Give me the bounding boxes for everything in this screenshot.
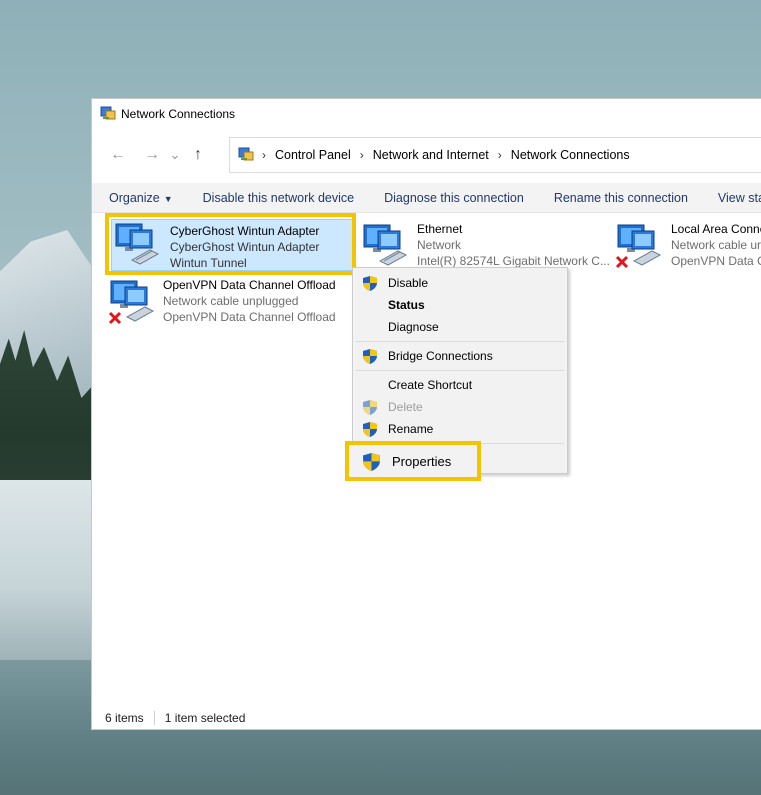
- menu-item-label: Status: [388, 298, 425, 312]
- connection-item-ethernet[interactable]: Ethernet Network Intel(R) 82574L Gigabit…: [360, 221, 620, 271]
- menu-item-delete: Delete: [353, 396, 567, 418]
- uac-shield-icon: [363, 422, 377, 440]
- menu-item-label: Disable: [388, 276, 429, 290]
- status-bar: 6 items 1 item selected: [92, 707, 761, 729]
- breadcrumb-separator-icon: ›: [262, 148, 266, 162]
- item-count: 6 items: [105, 711, 144, 725]
- network-adapter-icon: [360, 221, 410, 269]
- connection-status: Network: [417, 238, 462, 252]
- title-bar[interactable]: Network Connections: [92, 99, 761, 129]
- forward-arrow-icon: →: [144, 146, 160, 163]
- menu-item-status[interactable]: Status: [353, 294, 567, 316]
- connection-status: Network cable ur: [671, 238, 761, 252]
- breadcrumb-network-connections[interactable]: Network Connections: [511, 148, 630, 162]
- menu-item-label: Delete: [388, 400, 423, 414]
- back-arrow-icon: ←: [110, 146, 126, 163]
- menu-item-rename[interactable]: Rename: [353, 418, 567, 440]
- chevron-down-icon: ⌄: [169, 147, 181, 162]
- menu-item-diagnose[interactable]: Diagnose: [353, 316, 567, 338]
- network-adapter-disconnected-icon: [107, 277, 157, 325]
- highlight-box: [105, 213, 356, 275]
- organize-label: Organize: [109, 190, 160, 205]
- recent-locations-button[interactable]: ⌄: [166, 141, 184, 169]
- control-panel-icon: [238, 146, 254, 165]
- breadcrumb-network-and-internet[interactable]: Network and Internet: [373, 148, 489, 162]
- uac-shield-icon: [363, 400, 377, 418]
- breadcrumb-control-panel[interactable]: Control Panel: [275, 148, 351, 162]
- view-status-button[interactable]: View status o: [718, 191, 761, 205]
- control-panel-icon: [100, 105, 116, 124]
- caret-down-icon: ▼: [163, 193, 173, 204]
- uac-shield-icon: [363, 349, 377, 367]
- window-title: Network Connections: [121, 107, 236, 121]
- connection-device: OpenVPN Data Channel Offload: [163, 310, 336, 324]
- menu-item-bridge-connections[interactable]: Bridge Connections: [353, 345, 567, 367]
- menu-item-label: Diagnose: [388, 320, 439, 334]
- breadcrumb-separator-icon[interactable]: ›: [498, 148, 502, 162]
- back-button[interactable]: ←: [104, 141, 132, 169]
- menu-item-label: Bridge Connections: [388, 349, 493, 363]
- connection-item-local-area[interactable]: Local Area Conne Network cable ur OpenVP…: [614, 221, 761, 271]
- menu-item-disable[interactable]: Disable: [353, 272, 567, 294]
- connection-status: Network cable unplugged: [163, 294, 299, 308]
- menu-item-label: Rename: [388, 422, 434, 436]
- connection-device: OpenVPN Data C: [671, 254, 761, 268]
- menu-item-label: Create Shortcut: [388, 378, 473, 392]
- connection-item-openvpn[interactable]: OpenVPN Data Channel Offload Network cab…: [107, 277, 357, 327]
- network-adapter-disconnected-icon: [614, 221, 664, 269]
- forward-button[interactable]: →: [138, 141, 166, 169]
- menu-item-create-shortcut[interactable]: Create Shortcut: [353, 374, 567, 396]
- address-bar[interactable]: › Control Panel › Network and Internet ›…: [229, 137, 761, 173]
- menu-item-properties[interactable]: Properties: [345, 441, 481, 481]
- organize-menu[interactable]: Organize ▼: [109, 191, 173, 205]
- status-divider: [153, 711, 155, 725]
- uac-shield-icon: [363, 276, 377, 294]
- breadcrumb-separator-icon[interactable]: ›: [360, 148, 364, 162]
- menu-item-label: Properties: [392, 454, 452, 469]
- disable-device-button[interactable]: Disable this network device: [203, 191, 354, 205]
- menu-separator: [356, 370, 564, 371]
- connection-name: Local Area Conne: [671, 222, 761, 236]
- menu-separator: [356, 341, 564, 342]
- command-bar: Organize ▼ Disable this network device Di…: [92, 183, 761, 213]
- up-button[interactable]: ↑: [184, 141, 212, 169]
- selection-count: 1 item selected: [164, 711, 246, 725]
- uac-shield-icon: [363, 453, 380, 474]
- diagnose-connection-button[interactable]: Diagnose this connection: [384, 191, 524, 205]
- connection-name: Ethernet: [417, 222, 463, 236]
- rename-connection-button[interactable]: Rename this connection: [554, 191, 688, 205]
- up-arrow-icon: ↑: [194, 146, 202, 163]
- connection-name: OpenVPN Data Channel Offload: [163, 278, 336, 292]
